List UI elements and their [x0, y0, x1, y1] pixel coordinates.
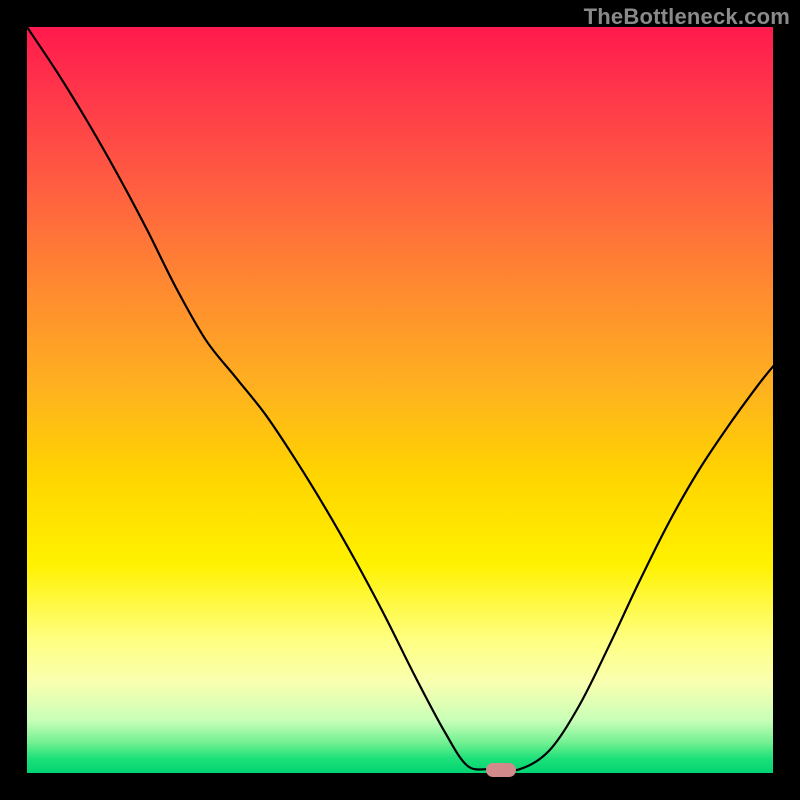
plot-area	[27, 27, 773, 773]
optimal-marker	[486, 763, 516, 777]
curve-path	[27, 27, 773, 771]
bottleneck-curve	[27, 27, 773, 773]
chart-frame: TheBottleneck.com	[0, 0, 800, 800]
watermark-text: TheBottleneck.com	[584, 4, 790, 30]
